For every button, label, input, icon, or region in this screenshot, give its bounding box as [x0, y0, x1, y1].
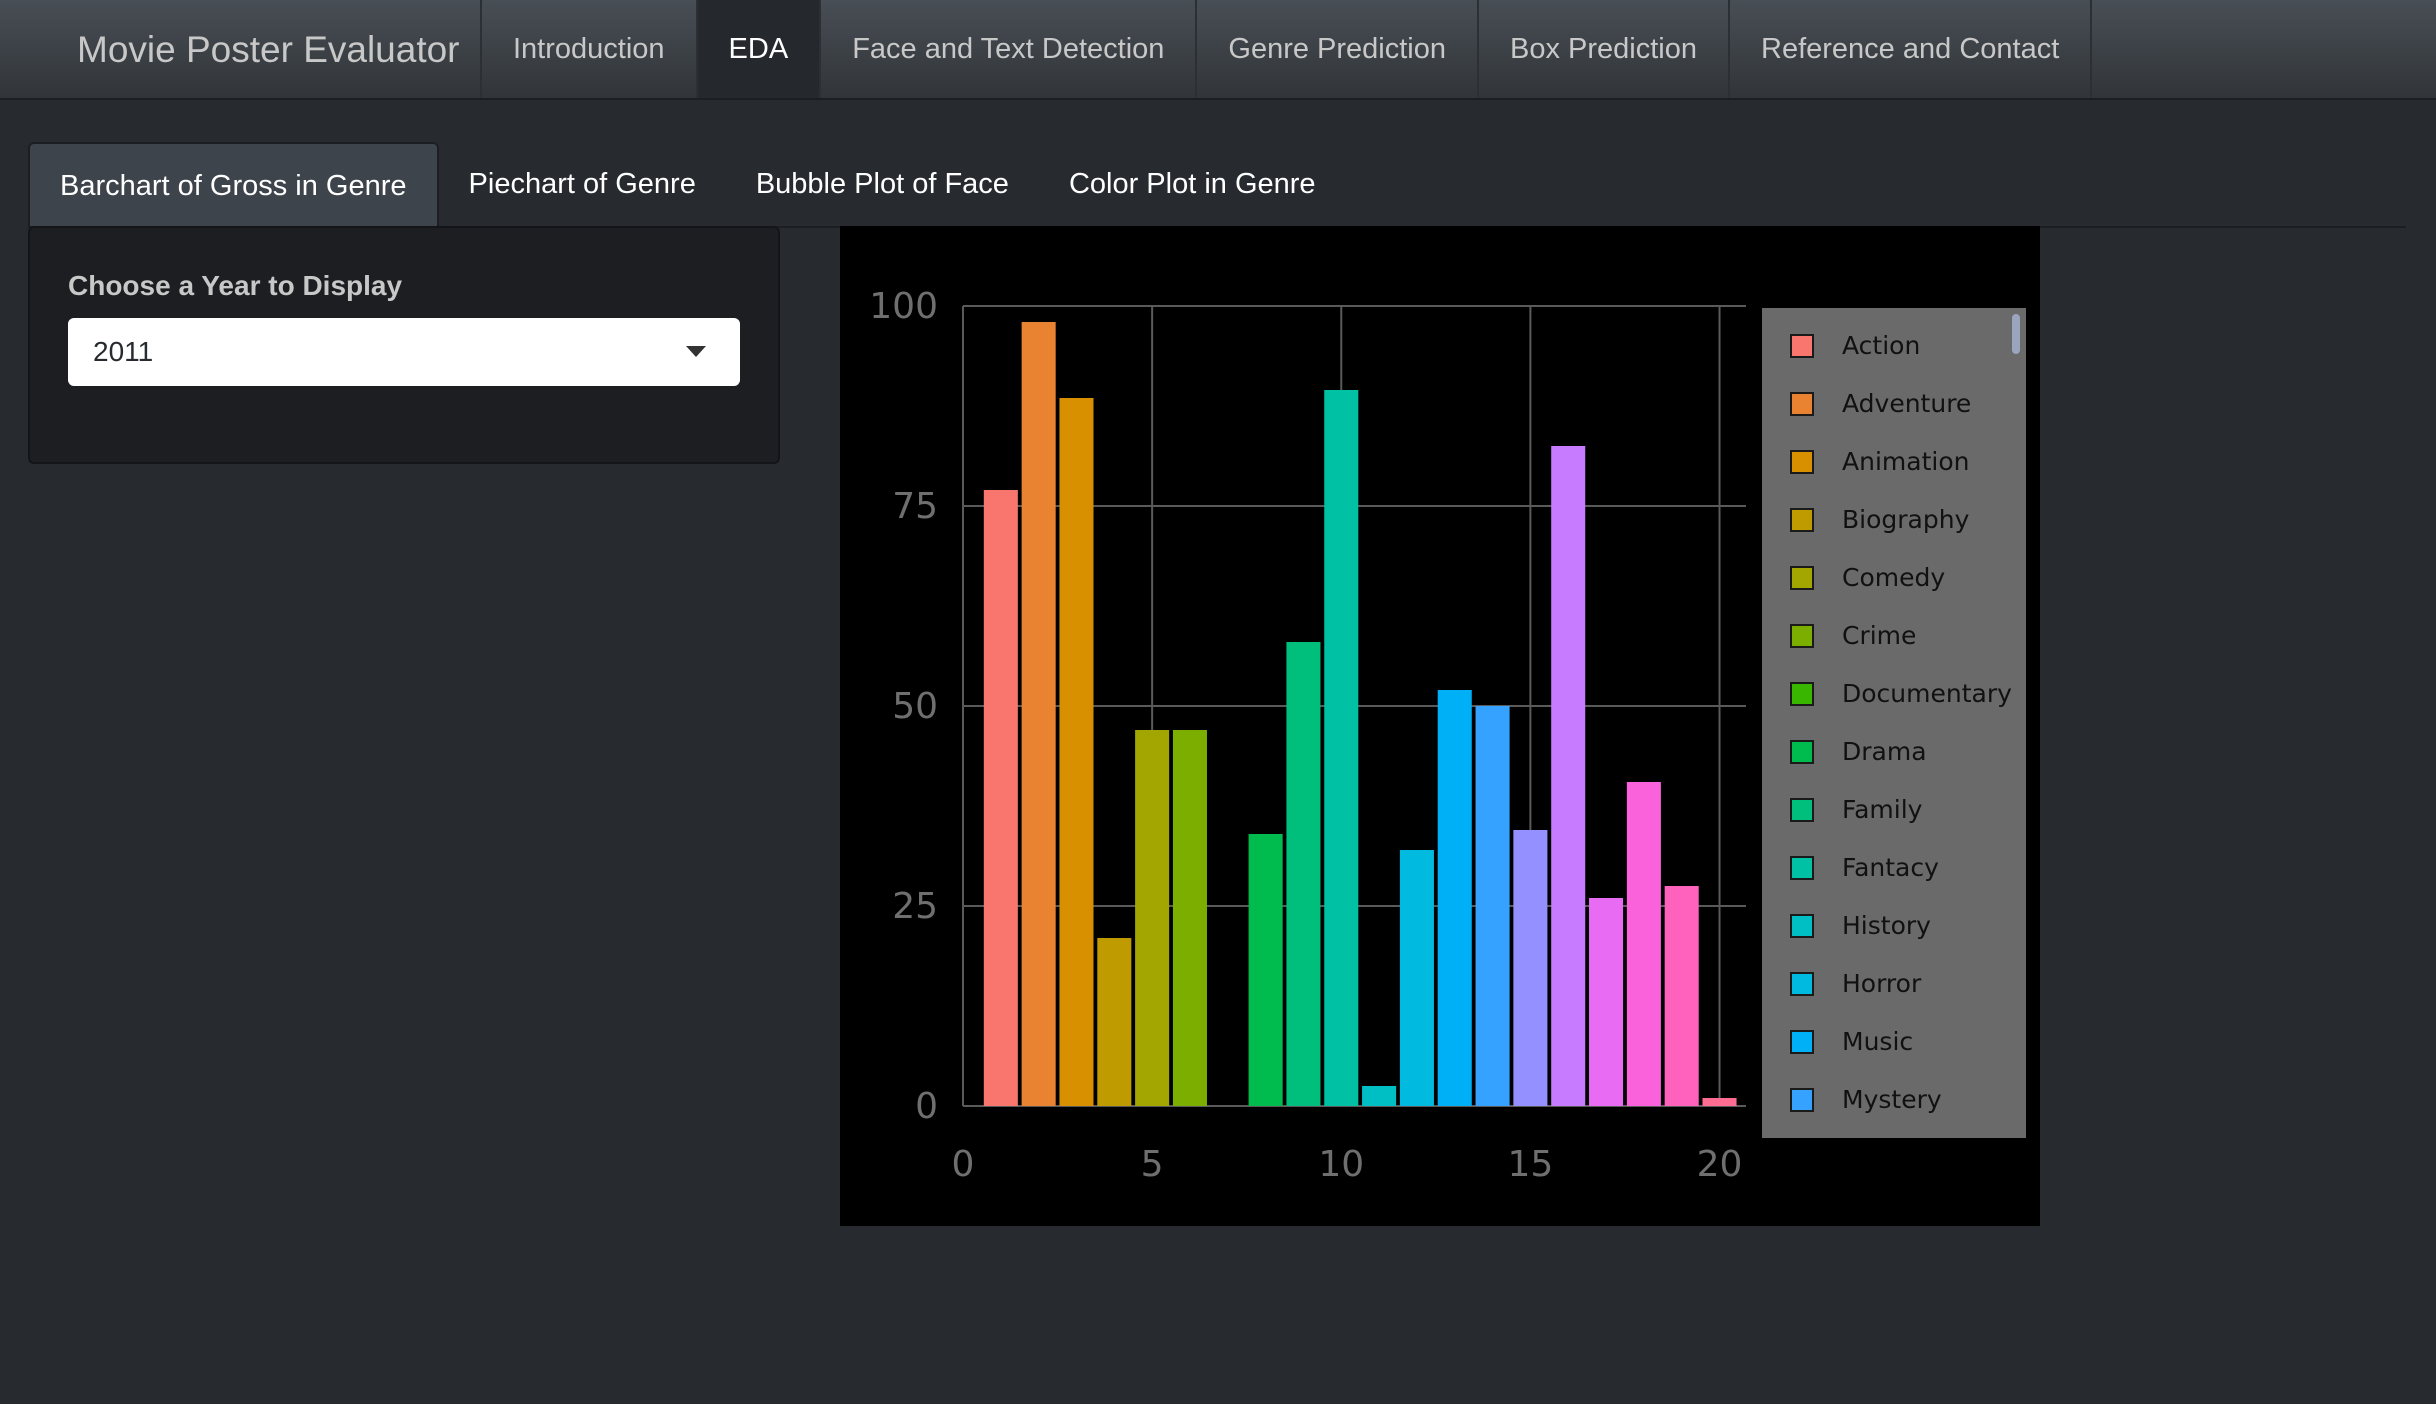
bar[interactable] [1362, 1086, 1397, 1106]
y-tick-label: 0 [915, 1086, 938, 1127]
nav-item-eda[interactable]: EDA [695, 0, 820, 98]
legend-label: Horror [1842, 969, 1922, 998]
bar[interactable] [1021, 322, 1056, 1106]
legend-label: Action [1842, 331, 1921, 360]
y-tick-label: 25 [892, 886, 938, 927]
legend-item[interactable]: Animation [1762, 442, 2026, 482]
bar[interactable] [1437, 690, 1472, 1106]
legend-item[interactable]: Adventure [1762, 384, 2026, 424]
legend-swatch [1790, 624, 1814, 648]
legend-label: Biography [1842, 505, 1970, 534]
bar[interactable] [1172, 730, 1207, 1106]
legend-swatch [1790, 914, 1814, 938]
bar[interactable] [1626, 782, 1661, 1106]
legend-label: Drama [1842, 737, 1927, 766]
nav-item-introduction[interactable]: Introduction [480, 0, 696, 98]
legend-label: Mystery [1842, 1085, 1942, 1114]
app-brand[interactable]: Movie Poster Evaluator [77, 0, 460, 100]
legend-label: Music [1842, 1027, 1914, 1056]
legend-swatch [1790, 1030, 1814, 1054]
x-tick-label: 10 [1318, 1144, 1364, 1185]
year-select[interactable]: 2011 [68, 318, 740, 386]
bar[interactable] [1664, 886, 1699, 1106]
legend-swatch [1790, 566, 1814, 590]
chevron-down-icon[interactable] [686, 346, 706, 357]
legend-item[interactable]: Music [1762, 1022, 2026, 1062]
y-tick-label: 50 [892, 686, 938, 727]
legend-swatch [1790, 1088, 1814, 1112]
bar[interactable] [1324, 390, 1359, 1106]
legend-label: Comedy [1842, 563, 1946, 592]
legend-item[interactable]: Mystery [1762, 1080, 2026, 1120]
legend-item[interactable]: Drama [1762, 732, 2026, 772]
nav-item-genre-prediction[interactable]: Genre Prediction [1195, 0, 1477, 98]
y-tick-label: 100 [869, 286, 938, 327]
legend-label: Animation [1842, 447, 1970, 476]
legend-label: Adventure [1842, 389, 1972, 418]
nav-menu: Introduction EDA Face and Text Detection… [480, 0, 2093, 98]
legend-swatch [1790, 392, 1814, 416]
legend-item[interactable]: Crime [1762, 616, 2026, 656]
legend-swatch [1790, 740, 1814, 764]
nav-item-box-prediction[interactable]: Box Prediction [1477, 0, 1728, 98]
top-navbar: Movie Poster Evaluator Introduction EDA … [0, 0, 2436, 100]
legend-label: Crime [1842, 621, 1917, 650]
x-tick-label: 20 [1697, 1144, 1743, 1185]
bar[interactable] [1513, 830, 1548, 1106]
year-select-value: 2011 [93, 336, 154, 367]
legend-item[interactable]: Biography [1762, 500, 2026, 540]
legend-item[interactable]: Family [1762, 790, 2026, 830]
legend-swatch [1790, 972, 1814, 996]
x-tick-label: 5 [1141, 1144, 1164, 1185]
x-tick-label: 0 [952, 1144, 975, 1185]
legend-item[interactable]: Fantacy [1762, 848, 2026, 888]
tab-barchart-of-gross-in-genre[interactable]: Barchart of Gross in Genre [28, 142, 439, 226]
bar[interactable] [1097, 938, 1132, 1106]
tab-color-plot-in-genre[interactable]: Color Plot in Genre [1039, 142, 1346, 226]
bar[interactable] [1059, 398, 1094, 1106]
legend-item[interactable]: Comedy [1762, 558, 2026, 598]
legend-label: Fantacy [1842, 853, 1939, 882]
legend-item[interactable]: History [1762, 906, 2026, 946]
legend-swatch [1790, 798, 1814, 822]
nav-item-face-and-text-detection[interactable]: Face and Text Detection [819, 0, 1195, 98]
bar[interactable] [1399, 850, 1434, 1106]
bar[interactable] [1135, 730, 1170, 1106]
gross-genre-bar-chart: 0 25 50 75 100 0 5 10 15 20 Action Adventure Animat… [840, 226, 2040, 1226]
legend-swatch [1790, 450, 1814, 474]
tab-piechart-of-genre[interactable]: Piechart of Genre [439, 142, 726, 226]
bar[interactable] [1248, 834, 1283, 1106]
sidebar-panel: Choose a Year to Display 2011 [28, 226, 780, 464]
bar[interactable] [1475, 706, 1510, 1106]
bar[interactable] [983, 490, 1018, 1106]
bar[interactable] [1551, 446, 1586, 1106]
legend-swatch [1790, 508, 1814, 532]
tab-bubble-plot-of-face[interactable]: Bubble Plot of Face [726, 142, 1039, 226]
legend-item[interactable]: Documentary [1762, 674, 2026, 714]
year-select-label: Choose a Year to Display [68, 270, 403, 301]
nav-item-reference-and-contact[interactable]: Reference and Contact [1728, 0, 2093, 98]
legend-swatch [1790, 856, 1814, 880]
legend-swatch [1790, 334, 1814, 358]
bar[interactable] [1702, 1098, 1737, 1106]
bar[interactable] [1286, 642, 1321, 1106]
legend-item[interactable]: Horror [1762, 964, 2026, 1004]
legend-swatch [1790, 682, 1814, 706]
eda-tabs: Barchart of Gross in Genre Piechart of G… [28, 142, 2406, 228]
legend-label: Family [1842, 795, 1923, 824]
y-tick-label: 75 [892, 486, 938, 527]
legend-label: Documentary [1842, 679, 2012, 708]
chart-legend[interactable]: Action Adventure Animation Biography Comedy C… [1762, 308, 2026, 1138]
legend-label: History [1842, 911, 1931, 940]
bar[interactable] [1589, 898, 1624, 1106]
legend-item[interactable]: Action [1762, 326, 2026, 366]
x-tick-label: 15 [1507, 1144, 1553, 1185]
